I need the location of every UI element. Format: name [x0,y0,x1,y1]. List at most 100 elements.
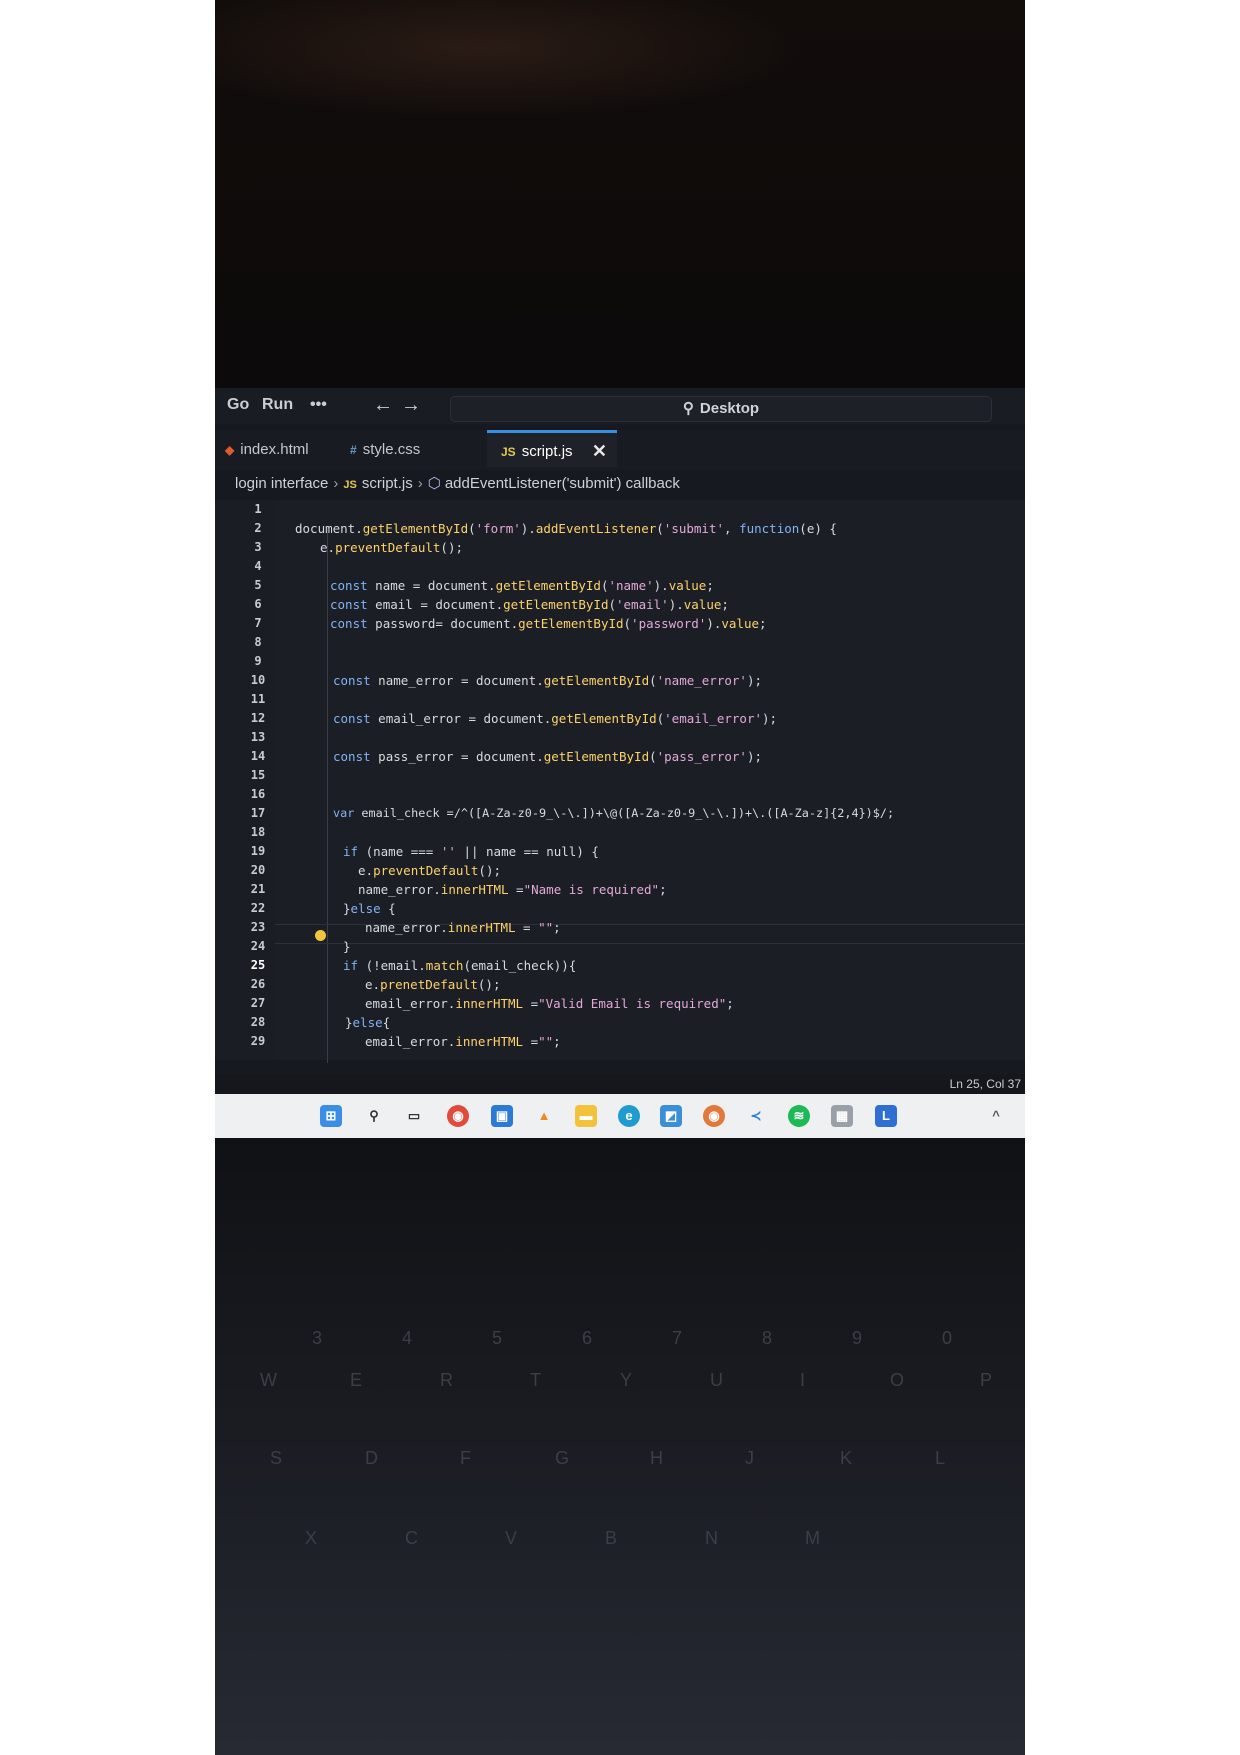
line-number: 29 [243,1034,273,1048]
keyboard-key: L [935,1448,945,1469]
search-label: Desktop [700,400,759,417]
tab-script-js[interactable]: JSscript.js ✕ [487,430,617,467]
menu-go[interactable]: Go [227,396,249,414]
line-number: 9 [243,654,273,668]
line-number: 18 [243,825,273,839]
keyboard-key: F [460,1448,471,1469]
code-line: var email_check =/^([A-Za-z0-9_\-\.])+\@… [333,806,894,820]
keyboard-key: V [505,1528,517,1549]
line-number: 19 [243,844,273,858]
breadcrumb-file[interactable]: script.js [362,475,413,492]
line-number: 20 [243,863,273,877]
code-editor[interactable]: 1 2 3 4 5 6 7 8 9 10 11 12 13 14 15 16 1… [215,500,1025,1060]
chrome-profile-icon[interactable]: ◉ [703,1105,725,1127]
tab-style-css[interactable]: #style.css [350,430,470,470]
vscode-icon[interactable]: ≺ [745,1105,767,1127]
keyboard-key: U [710,1370,723,1391]
keyboard-key: N [705,1528,718,1549]
keyboard-key: H [650,1448,663,1469]
chevron-right-icon: › [333,475,338,492]
menu-run[interactable]: Run [262,396,293,414]
arrow-left-icon[interactable]: ← [373,394,393,417]
teams-icon[interactable]: L [875,1105,897,1127]
menu-bar: Go Run ••• ← → ⚲Desktop [215,388,1025,424]
menu-more[interactable]: ••• [310,396,327,414]
line-number: 14 [243,749,273,763]
line-number: 22 [243,901,273,915]
code-line: if (!email.match(email_check)){ [343,958,576,973]
line-number: 5 [243,578,273,592]
calculator-icon[interactable]: ▦ [831,1105,853,1127]
keyboard-key: C [405,1528,418,1549]
line-number: 8 [243,635,273,649]
tab-label: style.css [363,441,421,458]
line-number: 24 [243,939,273,953]
line-number: 10 [243,673,273,687]
windows-taskbar: ⊞ ⚲ ▭ ◉ ▣ ▲ ▬ e ◩ ◉ ≺ ≋ ▦ L ^ [215,1094,1025,1138]
store-icon[interactable]: ▣ [491,1105,513,1127]
breadcrumb-folder[interactable]: login interface [235,475,328,492]
keyboard-key: O [890,1370,904,1391]
status-bar: Ln 25, Col 37 [215,1074,1025,1094]
background-wall [215,0,805,120]
close-icon[interactable]: ✕ [592,433,607,470]
html-icon: ◆ [225,443,234,457]
tab-label: index.html [240,441,308,458]
symbol-cube-icon: ⬡ [428,475,441,492]
line-number: 6 [243,597,273,611]
keyboard-key: G [555,1448,569,1469]
code-line: name_error.innerHTML = ""; [365,920,561,935]
code-line: }else { [343,901,396,916]
keyboard-key: 8 [762,1328,772,1349]
lightbulb-icon[interactable] [315,930,326,941]
code-line: e.preventDefault(); [358,863,501,878]
line-number: 27 [243,996,273,1010]
line-number: 12 [243,711,273,725]
search-icon[interactable]: ⚲ [363,1105,385,1127]
code-line: const name_error = document.getElementBy… [333,673,762,688]
code-line: const name = document.getElementById('na… [330,578,714,593]
line-number: 13 [243,730,273,744]
breadcrumb-symbol[interactable]: addEventListener('submit') callback [445,475,680,492]
keyboard-key: J [745,1448,754,1469]
task-view-icon[interactable]: ▭ [403,1105,425,1127]
code-line: }else{ [345,1015,390,1030]
vlc-icon[interactable]: ▲ [533,1105,555,1127]
code-line: const pass_error = document.getElementBy… [333,749,762,764]
line-number: 2 [243,521,273,535]
code-line: email_error.innerHTML =""; [365,1034,561,1049]
code-line: document.getElementById('form').addEvent… [295,521,837,536]
cursor-position[interactable]: Ln 25, Col 37 [950,1077,1021,1091]
keyboard-key: E [350,1370,362,1391]
js-icon: JS [343,479,356,491]
edge-icon[interactable]: e [618,1105,640,1127]
photos-icon[interactable]: ◩ [660,1105,682,1127]
arrow-right-icon[interactable]: → [401,394,421,417]
code-line: if (name === '' || name == null) { [343,844,599,859]
keyboard-key: Y [620,1370,632,1391]
code-line: const email = document.getElementById('e… [330,597,729,612]
js-icon: JS [501,445,516,459]
keyboard-key: 5 [492,1328,502,1349]
line-number: 3 [243,540,273,554]
windows-start-icon[interactable]: ⊞ [320,1105,342,1127]
photo-frame: Go Run ••• ← → ⚲Desktop ◆index.html #sty… [215,0,1025,1755]
line-number: 11 [243,692,273,706]
chevron-up-icon[interactable]: ^ [985,1105,1007,1127]
laptop-keyboard: 3 4 5 6 7 8 9 0 W E R T Y U I O P S D F … [215,1138,1025,1755]
command-search-box[interactable]: ⚲Desktop [450,396,992,422]
line-number: 16 [243,787,273,801]
tab-index-html[interactable]: ◆ index.html [225,430,345,470]
keyboard-key: I [800,1370,805,1391]
line-number: 17 [243,806,273,820]
keyboard-key: R [440,1370,453,1391]
keyboard-key: 0 [942,1328,952,1349]
spotify-icon[interactable]: ≋ [788,1105,810,1127]
chrome-icon[interactable]: ◉ [447,1105,469,1127]
code-line: e.preventDefault(); [320,540,463,555]
keyboard-key: 4 [402,1328,412,1349]
code-line: const password= document.getElementById(… [330,616,767,631]
code-line: e.prenetDefault(); [365,977,500,992]
file-explorer-icon[interactable]: ▬ [575,1105,597,1127]
keyboard-key: M [805,1528,820,1549]
